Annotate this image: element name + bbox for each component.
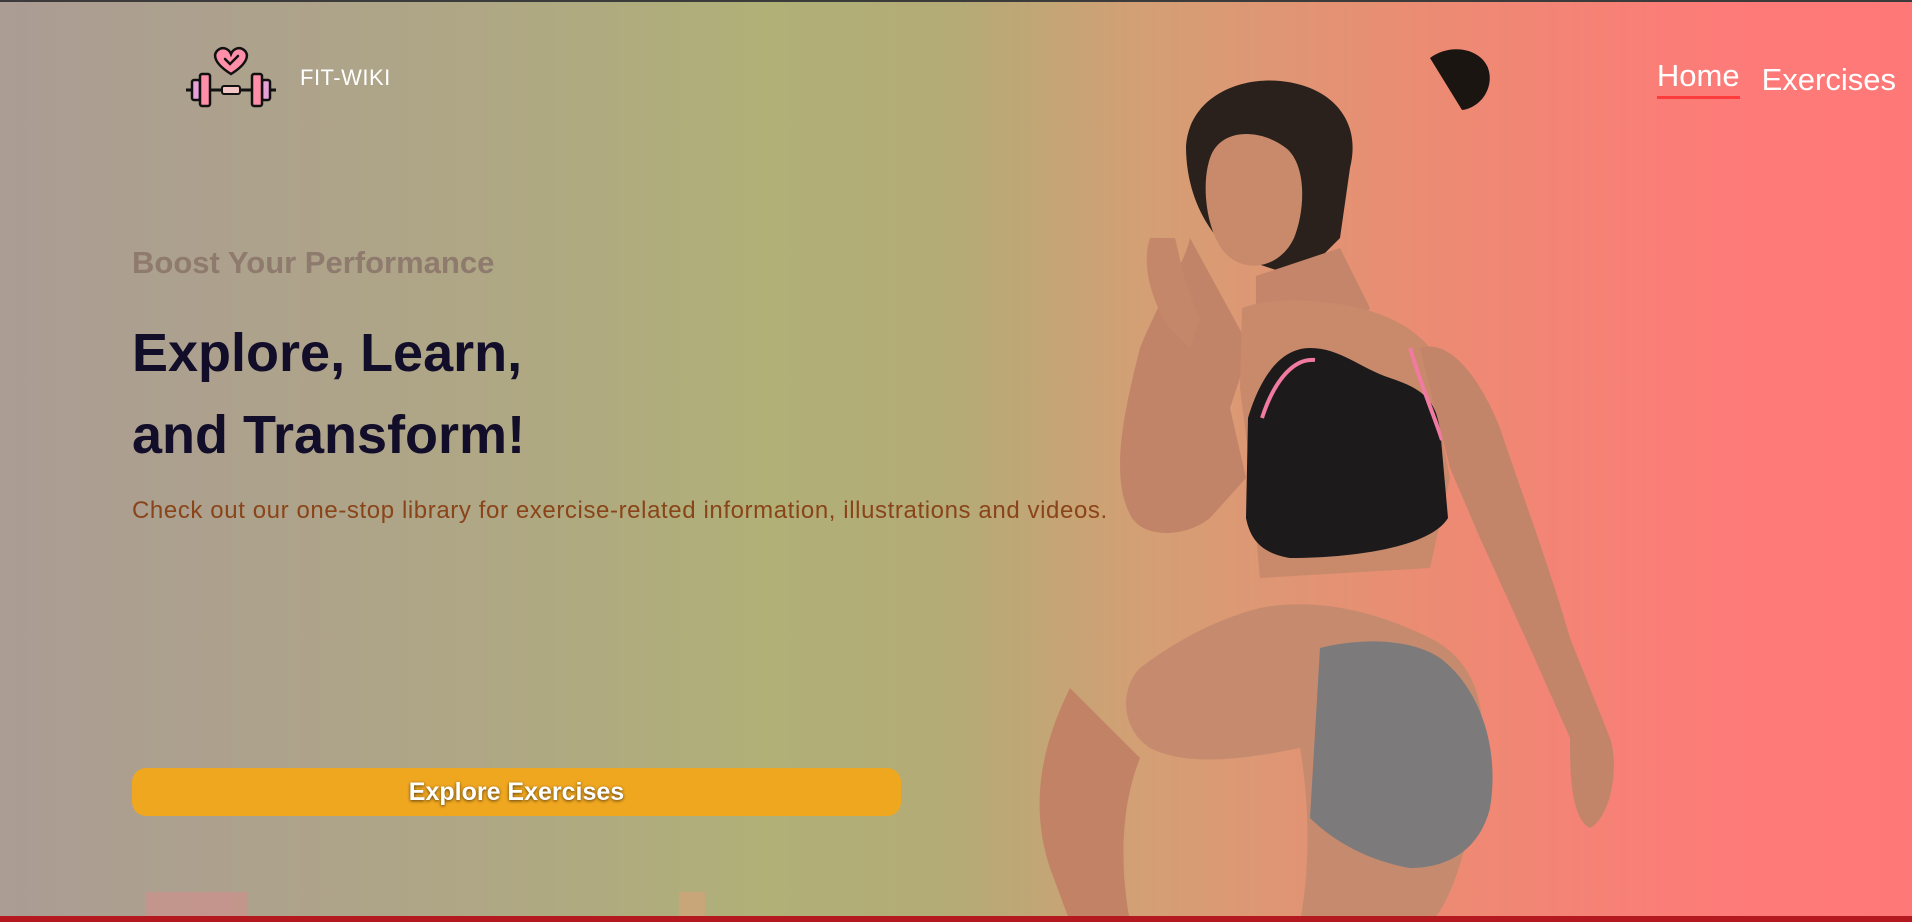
explore-exercises-button[interactable]: Explore Exercises — [132, 768, 901, 816]
hero-description: Check out our one-stop library for exerc… — [132, 497, 1108, 524]
section-peek-card — [679, 892, 705, 916]
section-peek-card — [146, 892, 248, 916]
headline-line-2: and Transform! — [132, 405, 526, 465]
hero-subtitle: Boost Your Performance — [132, 245, 495, 280]
brand-name: FIT-WIKI — [300, 65, 391, 90]
hero-headline: Explore, Learn, and Transform! — [132, 312, 525, 476]
logo[interactable]: FIT-WIKI — [182, 46, 391, 110]
top-border — [0, 0, 1912, 2]
nav-exercises-link[interactable]: Exercises — [1762, 62, 1896, 98]
hero-athlete-image — [1039, 49, 1614, 922]
headline-line-1: Explore, Learn, — [132, 323, 523, 383]
footer-bar — [0, 916, 1912, 922]
dumbbell-heart-icon — [186, 46, 276, 108]
